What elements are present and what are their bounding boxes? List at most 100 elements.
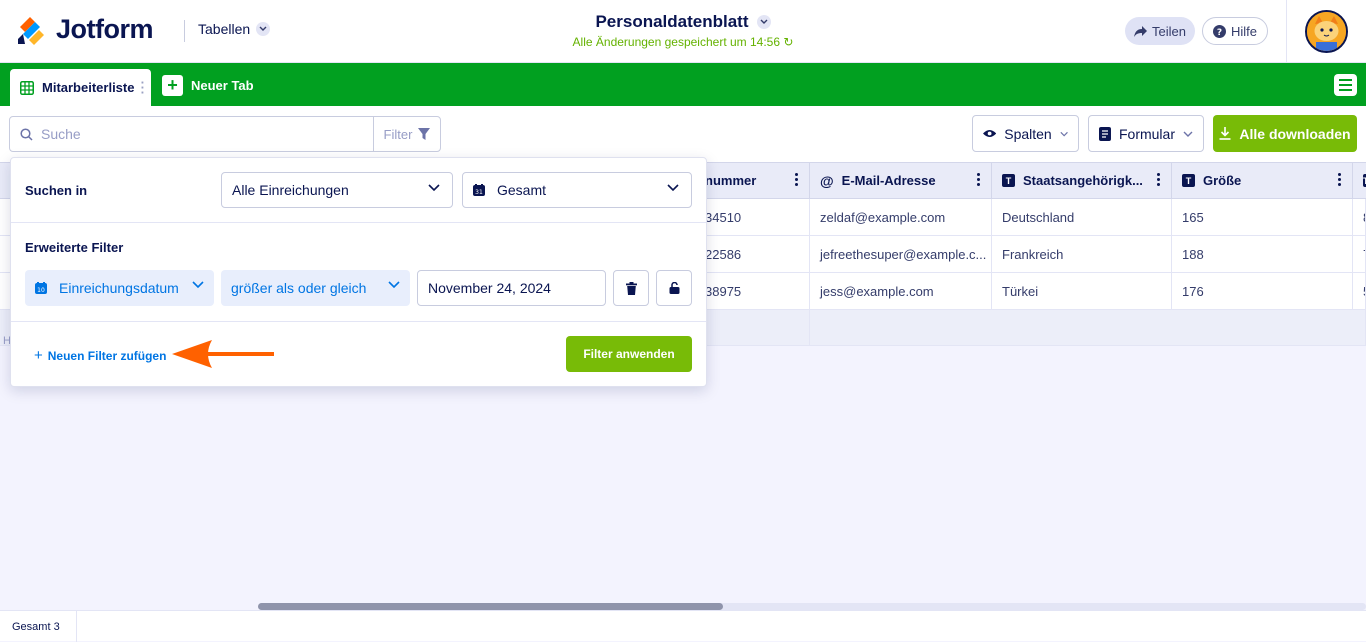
- table-cell[interactable]: 8: [1353, 199, 1366, 236]
- column-header-height[interactable]: T Größe: [1172, 162, 1353, 199]
- refresh-icon: ↻: [783, 35, 794, 49]
- delete-filter-button[interactable]: [613, 270, 649, 306]
- submissions-select-value: Alle Einreichungen: [232, 182, 349, 198]
- form-button[interactable]: Formular: [1088, 115, 1204, 152]
- table-cell[interactable]: 34510: [690, 199, 810, 236]
- table-cell[interactable]: jefreethesuper@example.c...: [810, 236, 992, 273]
- add-filter-label: Neuen Filter zufügen: [47, 348, 167, 363]
- eye-icon: [983, 129, 997, 138]
- apply-filter-label: Filter anwenden: [583, 347, 675, 361]
- help-icon: ?: [1212, 24, 1226, 38]
- chevron-down-icon: [388, 281, 400, 289]
- total-count: Gesamt 3: [0, 611, 77, 642]
- download-label: Alle downloaden: [1239, 125, 1351, 142]
- column-header-nationality[interactable]: T Staatsangehörigk...: [992, 162, 1172, 199]
- svg-text:31: 31: [475, 189, 483, 196]
- unlock-icon: [669, 282, 679, 294]
- column-options-icon[interactable]: [1157, 173, 1161, 186]
- plus-icon: +: [34, 347, 43, 364]
- table-cell[interactable]: 22586: [690, 236, 810, 273]
- columns-label: Spalten: [1004, 125, 1052, 142]
- download-icon: [1219, 127, 1231, 140]
- chevron-down-icon: [1060, 131, 1068, 136]
- filter-label: Filter: [383, 126, 413, 142]
- add-row-area[interactable]: [810, 310, 1366, 346]
- divider: [11, 222, 706, 223]
- help-button[interactable]: ? Hilfe: [1202, 17, 1268, 45]
- divider: [1286, 0, 1287, 63]
- chevron-down-icon: [428, 184, 440, 192]
- trash-icon: [625, 281, 637, 295]
- table-cell[interactable]: jess@example.com: [810, 273, 992, 310]
- column-options-icon[interactable]: [795, 173, 799, 186]
- period-select[interactable]: 31 Gesamt: [462, 172, 692, 208]
- help-label: Hilfe: [1230, 23, 1257, 39]
- column-header-phone[interactable]: nummer: [690, 162, 810, 199]
- funnel-icon: [418, 128, 431, 140]
- table-cell[interactable]: 38975: [690, 273, 810, 310]
- table-cell[interactable]: 7: [1353, 236, 1366, 273]
- chevron-down-icon: [667, 184, 679, 192]
- text-type-icon: T: [1182, 174, 1195, 187]
- hamburger-menu-icon[interactable]: [1334, 74, 1357, 96]
- share-arrow-icon: [1134, 25, 1148, 37]
- period-select-value: Gesamt: [497, 182, 547, 198]
- annotation-arrow-icon: [172, 340, 274, 368]
- tab-bar: Mitarbeiterliste · · · + Neuer Tab: [0, 63, 1366, 106]
- at-icon: @: [820, 172, 834, 189]
- advanced-filters-label: Erweiterte Filter: [25, 240, 124, 255]
- filter-field-value: Einreichungsdatum: [59, 280, 179, 296]
- column-header-label: nummer: [705, 173, 757, 188]
- table-cell[interactable]: zeldaf@example.com: [810, 199, 992, 236]
- form-label: Formular: [1118, 125, 1175, 142]
- table-cell[interactable]: 188: [1172, 236, 1353, 273]
- calendar-icon: 10: [35, 282, 47, 294]
- share-button[interactable]: Teilen: [1125, 17, 1195, 45]
- columns-button[interactable]: Spalten: [972, 115, 1079, 152]
- form-document-icon: [1099, 126, 1111, 141]
- table-cell[interactable]: Deutschland: [992, 199, 1172, 236]
- add-filter-link[interactable]: + Neuen Filter zufügen: [34, 347, 166, 364]
- table-cell[interactable]: Türkei: [992, 273, 1172, 310]
- chevron-down-icon: [192, 281, 204, 289]
- search-placeholder: Suche: [41, 126, 81, 142]
- svg-text:?: ?: [1217, 28, 1222, 38]
- horizontal-scrollbar-thumb[interactable]: [258, 603, 723, 610]
- apply-filter-button[interactable]: Filter anwenden: [566, 336, 692, 372]
- column-options-icon[interactable]: [1338, 173, 1342, 186]
- filter-field-select[interactable]: 10 Einreichungsdatum: [25, 270, 214, 306]
- tab-options-icon[interactable]: · · ·: [141, 76, 145, 99]
- filter-operator-value: größer als oder gleich: [231, 280, 367, 296]
- plus-icon: +: [162, 75, 183, 96]
- column-header[interactable]: T: [1353, 162, 1366, 199]
- search-input[interactable]: Suche: [9, 116, 374, 152]
- search-icon: [20, 127, 33, 141]
- footer: Gesamt 3: [0, 610, 1366, 642]
- search-in-label: Suchen in: [25, 183, 88, 198]
- filter-date-input[interactable]: November 24, 2024: [417, 270, 606, 306]
- table-cell[interactable]: 5: [1353, 273, 1366, 310]
- chevron-down-icon: [756, 15, 771, 29]
- column-header-email[interactable]: @ E-Mail-Adresse: [810, 162, 992, 199]
- tab-mitarbeiterliste[interactable]: Mitarbeiterliste · · ·: [10, 69, 151, 106]
- download-all-button[interactable]: Alle downloaden: [1213, 115, 1357, 152]
- submissions-select[interactable]: Alle Einreichungen: [221, 172, 453, 208]
- filter-operator-select[interactable]: größer als oder gleich: [221, 270, 410, 306]
- new-tab-button[interactable]: + Neuer Tab: [162, 75, 254, 96]
- lock-filter-button[interactable]: [656, 270, 692, 306]
- divider: [11, 321, 706, 322]
- svg-text:10: 10: [37, 287, 45, 294]
- table-cell[interactable]: 176: [1172, 273, 1353, 310]
- calendar-icon: 31: [473, 184, 485, 196]
- table-grid-icon: [20, 80, 34, 95]
- column-options-icon[interactable]: [977, 173, 981, 186]
- page-title[interactable]: Personaldatenblatt: [595, 12, 771, 32]
- filter-panel: Suchen in Alle Einreichungen 31 Gesamt E…: [10, 157, 707, 387]
- top-bar: Jotform Tabellen Personaldatenblatt Alle…: [0, 0, 1366, 63]
- filter-button[interactable]: Filter: [373, 116, 441, 152]
- save-status-text: Alle Änderungen gespeichert um 14:56: [572, 35, 781, 49]
- avatar[interactable]: [1305, 10, 1348, 53]
- table-cell[interactable]: 165: [1172, 199, 1353, 236]
- table-cell[interactable]: Frankreich: [992, 236, 1172, 273]
- column-header-label: E-Mail-Adresse: [841, 173, 936, 188]
